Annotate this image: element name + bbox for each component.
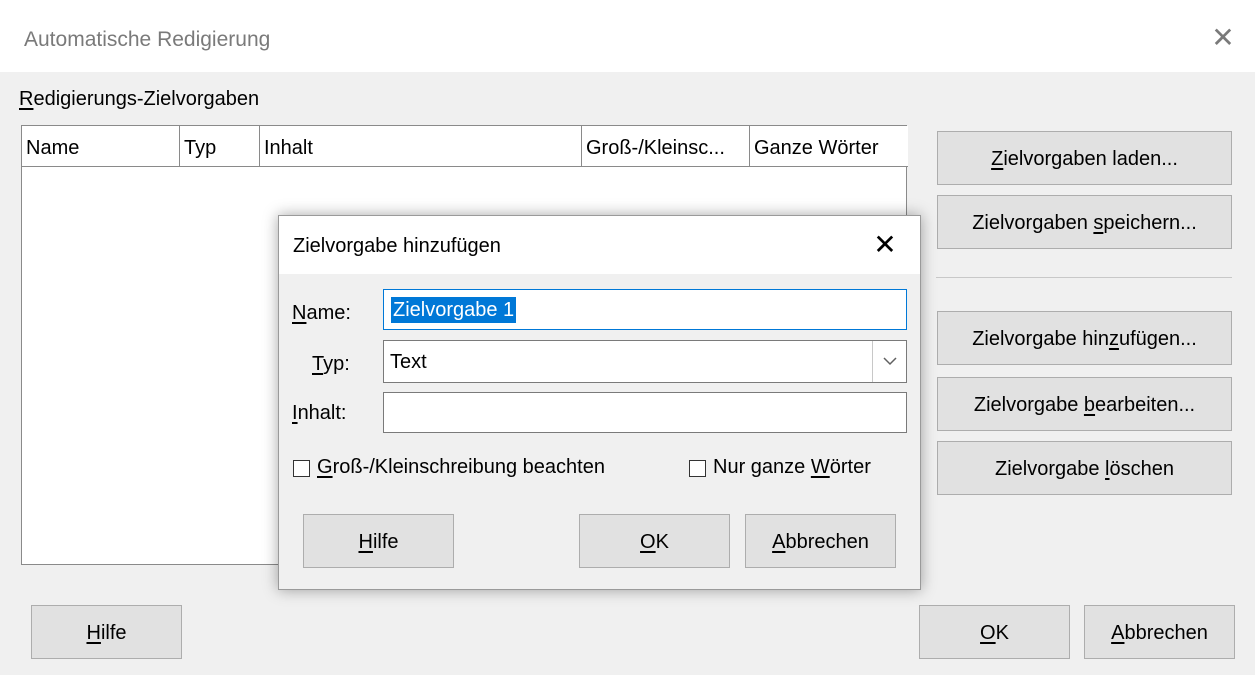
column-header-whole-words[interactable]: Ganze Wörter — [750, 126, 908, 166]
add-target-button[interactable]: Zielvorgabe hinzufügen... — [937, 311, 1232, 365]
type-select[interactable]: Text — [383, 340, 907, 383]
add-target-dialog: Zielvorgabe hinzufügen ✕ Name: Zielvorga… — [278, 215, 921, 590]
table-header: Name Typ Inhalt Groß-/Kleinsc... Ganze W… — [22, 126, 908, 167]
whole-words-checkbox[interactable] — [689, 460, 706, 477]
content-input[interactable] — [383, 392, 907, 433]
dialog-help-button[interactable]: Hilfe — [303, 514, 454, 568]
ok-button[interactable]: OK — [919, 605, 1070, 659]
window-title: Automatische Redigierung — [24, 28, 271, 51]
case-sensitive-label[interactable]: Groß-/Kleinschreibung beachten — [317, 456, 605, 479]
dialog-cancel-button[interactable]: Abbrechen — [745, 514, 896, 568]
column-header-name[interactable]: Name — [22, 126, 180, 166]
close-icon[interactable]: ✕ — [871, 231, 899, 259]
dialog-titlebar: Zielvorgabe hinzufügen ✕ — [279, 216, 920, 274]
chevron-down-icon[interactable] — [872, 341, 906, 382]
name-input[interactable]: Zielvorgabe 1 — [383, 289, 907, 330]
load-targets-button[interactable]: Zielvorgaben laden... — [937, 131, 1232, 185]
name-label: Name: — [292, 302, 351, 324]
content-label: Inhalt: — [292, 402, 347, 424]
case-sensitive-checkbox[interactable] — [293, 460, 310, 477]
section-label: Redigierungs-Zielvorgaben — [19, 88, 260, 110]
close-icon[interactable]: ✕ — [1209, 24, 1237, 52]
edit-target-button[interactable]: Zielvorgabe bearbeiten... — [937, 377, 1232, 431]
type-label: Typ: — [312, 353, 350, 375]
column-header-content[interactable]: Inhalt — [260, 126, 582, 166]
dialog-title: Zielvorgabe hinzufügen — [293, 235, 501, 257]
column-header-type[interactable]: Typ — [180, 126, 260, 166]
help-button[interactable]: Hilfe — [31, 605, 182, 659]
column-header-case-sensitive[interactable]: Groß-/Kleinsc... — [582, 126, 750, 166]
separator — [936, 277, 1232, 278]
save-targets-button[interactable]: Zielvorgaben speichern... — [937, 195, 1232, 249]
window-titlebar: Automatische Redigierung ✕ — [0, 0, 1255, 72]
cancel-button[interactable]: Abbrechen — [1084, 605, 1235, 659]
whole-words-label[interactable]: Nur ganze Wörter — [713, 456, 871, 479]
delete-target-button[interactable]: Zielvorgabe löschen — [937, 441, 1232, 495]
dialog-ok-button[interactable]: OK — [579, 514, 730, 568]
type-value: Text — [390, 351, 427, 373]
name-value: Zielvorgabe 1 — [391, 297, 517, 323]
